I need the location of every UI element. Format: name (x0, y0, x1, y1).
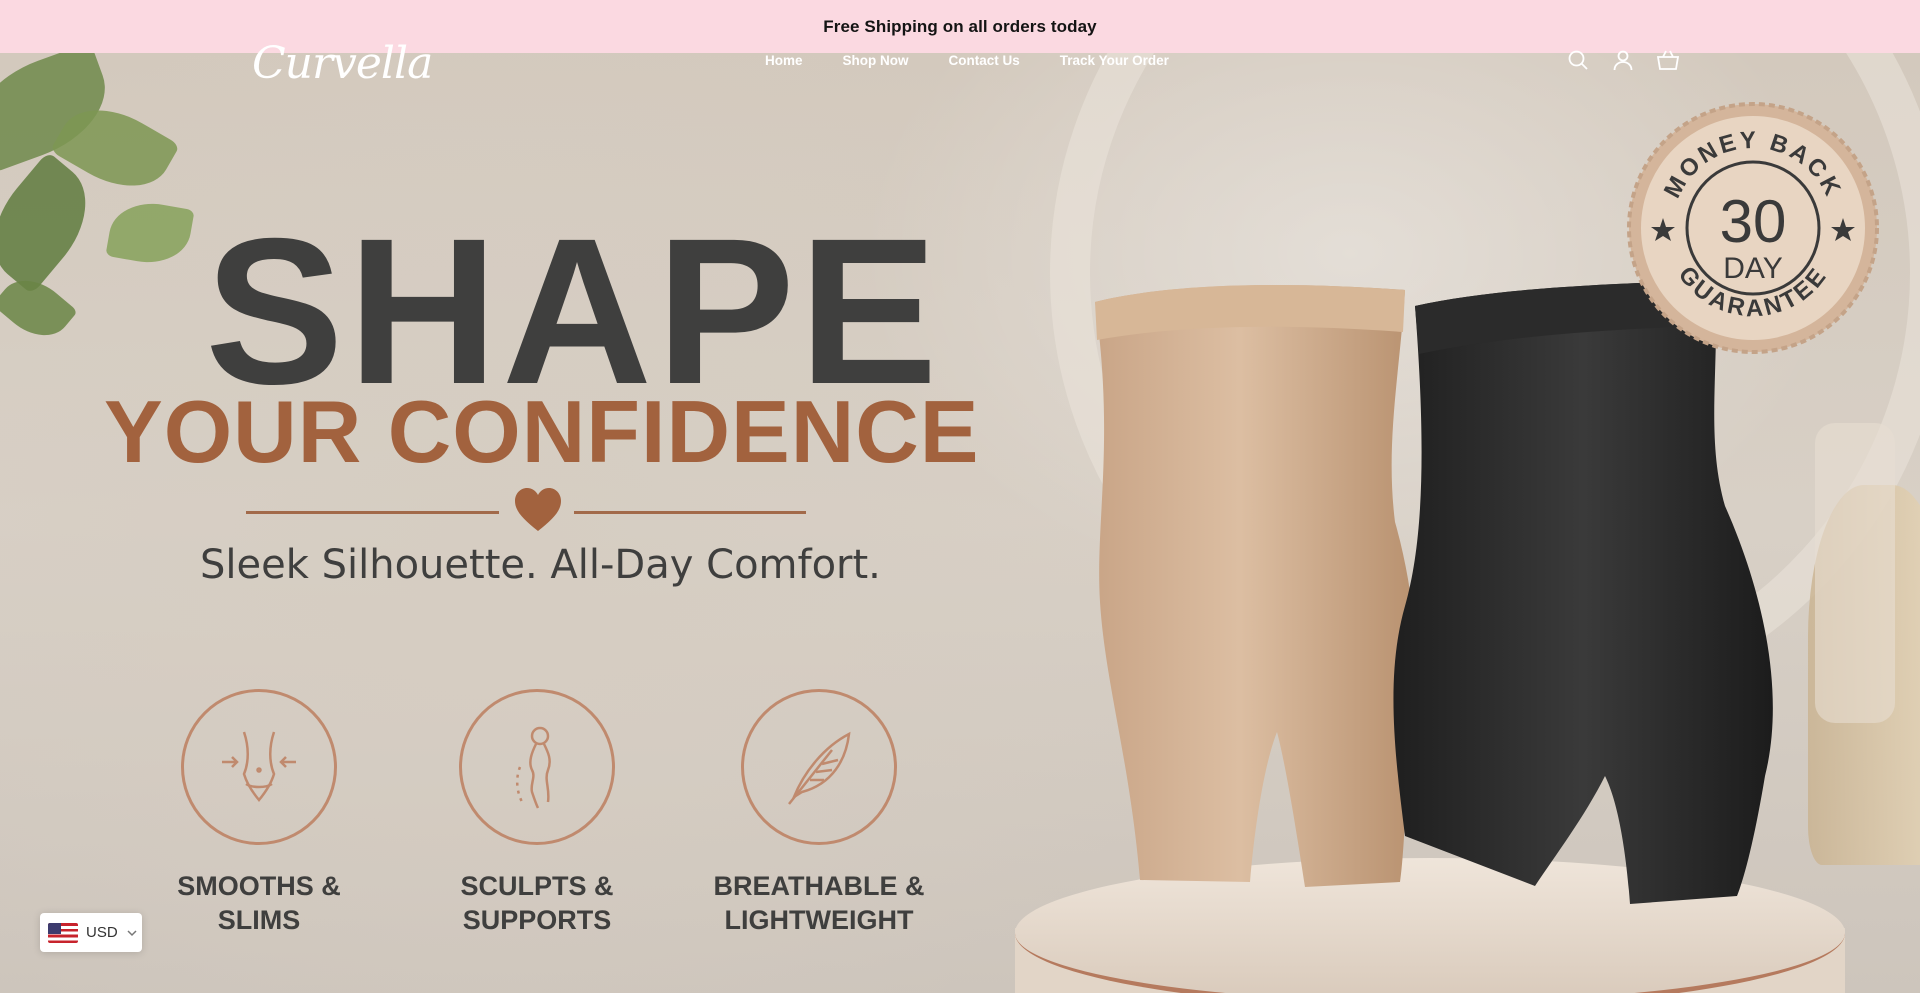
badge-number: 30 (1720, 188, 1787, 255)
brand-logo[interactable]: Curvella (252, 38, 433, 89)
feature-icon-circle (741, 689, 897, 845)
feature-label-line2: SLIMS (217, 905, 301, 935)
nav-home[interactable]: Home (765, 53, 803, 68)
feature-icon-circle (459, 689, 615, 845)
cart-icon[interactable] (1656, 48, 1680, 72)
us-flag-icon (48, 922, 78, 943)
feature-smooths: SMOOTHS & SLIMS (129, 689, 389, 937)
plant-leaf (105, 196, 195, 270)
hero-tagline: Sleek Silhouette. All-Day Comfort. (200, 542, 881, 588)
badge-unit: DAY (1723, 252, 1782, 285)
feather-icon (788, 731, 851, 805)
body-profile-icon (516, 726, 551, 809)
product-image-beige-shorts (1095, 285, 1417, 888)
feature-label-line1: SCULPTS & (460, 871, 614, 901)
nav-shop-now[interactable]: Shop Now (843, 53, 909, 68)
announcement-text: Free Shipping on all orders today (823, 16, 1097, 36)
feature-label-line2: SUPPORTS (462, 905, 612, 935)
money-back-guarantee-badge: MONEY BACK GUARANTEE 30 DAY (1627, 102, 1879, 354)
divider-line-right (574, 511, 806, 514)
feature-sculpts: SCULPTS & SUPPORTS (407, 689, 667, 937)
feature-icon-circle (181, 689, 337, 845)
product-image-black-shorts (1393, 280, 1773, 904)
nav-contact-us[interactable]: Contact Us (949, 53, 1020, 68)
feature-breathable: BREATHABLE & LIGHTWEIGHT (689, 689, 949, 937)
search-icon[interactable] (1566, 48, 1590, 72)
currency-selector[interactable]: USD (40, 913, 142, 952)
feature-label-line1: SMOOTHS & (177, 871, 341, 901)
chevron-down-icon (127, 929, 137, 936)
waist-icon (222, 731, 296, 802)
hero-subheadline: YOUR CONFIDENCE (104, 382, 980, 481)
divider-line-left (246, 511, 499, 514)
heart-icon (513, 486, 563, 536)
nav-track-order[interactable]: Track Your Order (1060, 53, 1169, 68)
main-nav: Home Shop Now Contact Us Track Your Orde… (765, 53, 1169, 68)
feature-label-line1: BREATHABLE & (713, 871, 925, 901)
account-icon[interactable] (1611, 48, 1635, 72)
background-vase (1815, 423, 1895, 723)
feature-label-line2: LIGHTWEIGHT (724, 905, 914, 935)
currency-code: USD (86, 924, 118, 941)
